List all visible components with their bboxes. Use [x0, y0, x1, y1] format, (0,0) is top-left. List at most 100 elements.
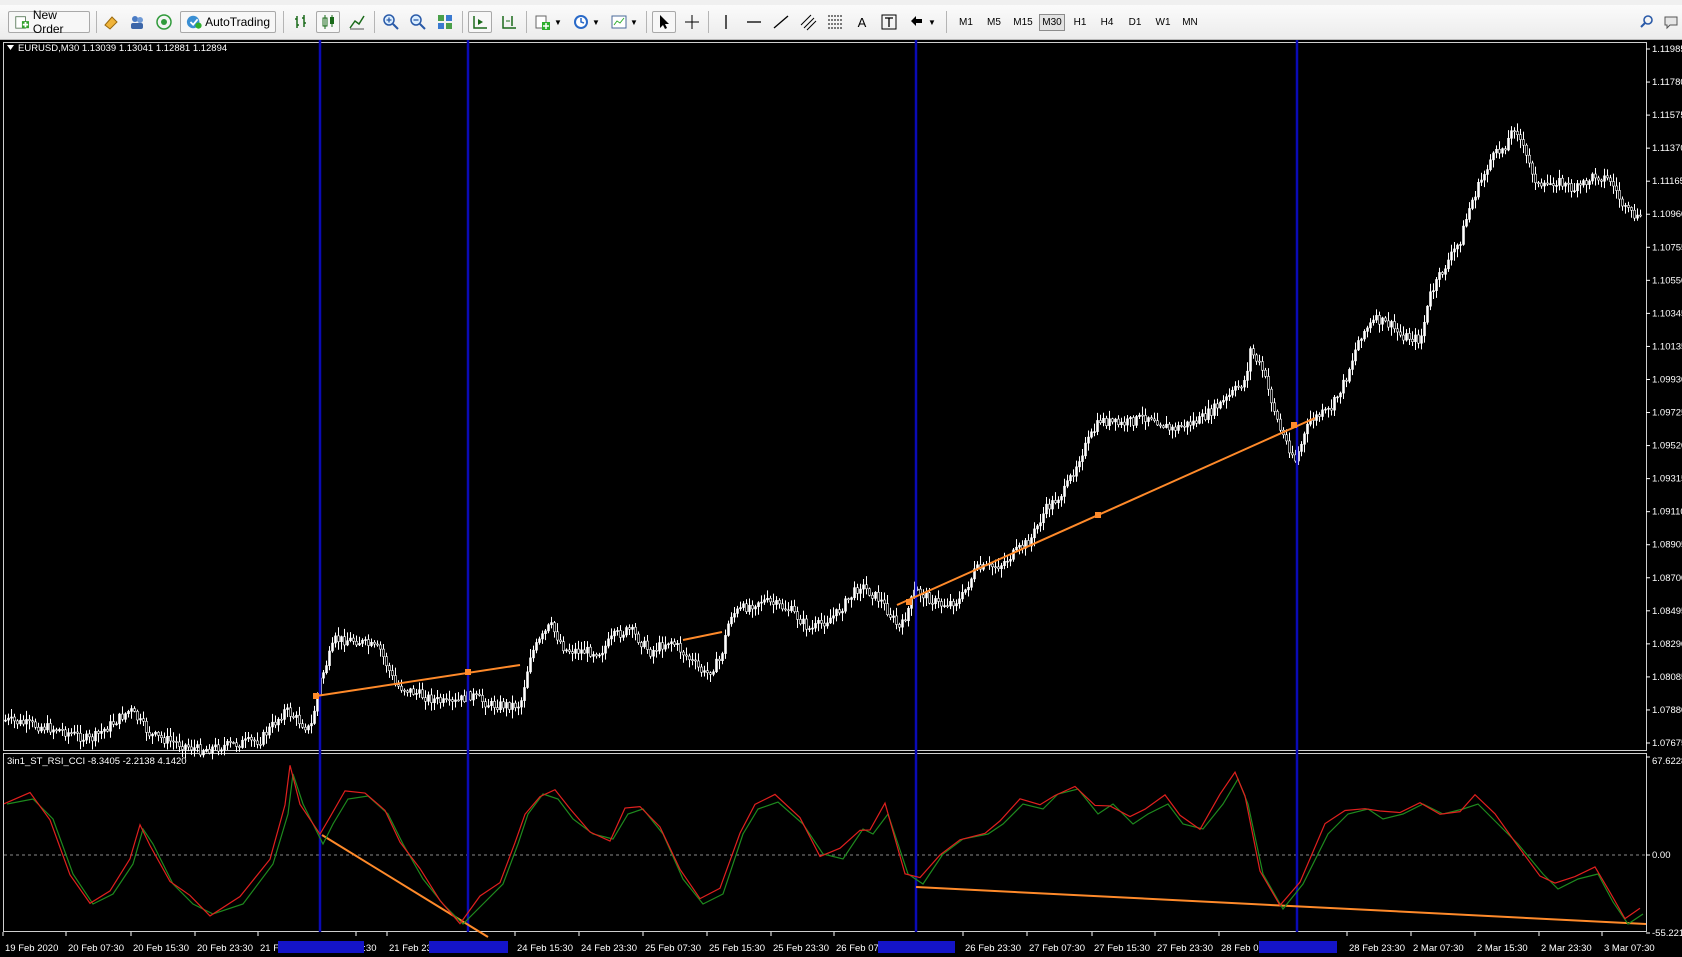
candle-body: [727, 623, 730, 636]
candle-body: [520, 700, 523, 708]
timeframe-m1-button[interactable]: M1: [953, 14, 979, 31]
chat-icon: [1664, 16, 1678, 30]
candle-body: [226, 741, 229, 746]
template-icon: [611, 15, 627, 29]
candle-body: [244, 738, 247, 741]
candle-body: [376, 643, 379, 646]
candle-body: [730, 616, 733, 625]
candle-body: [322, 672, 325, 679]
vertical-line-button[interactable]: [715, 11, 737, 33]
fibonacci-button[interactable]: [824, 11, 846, 33]
autotrading-button[interactable]: AutoTrading: [180, 11, 276, 33]
candle-body: [697, 660, 700, 668]
chart-menu-triangle-icon[interactable]: [7, 45, 14, 50]
candle-body: [352, 637, 355, 642]
candle-body: [4, 719, 7, 722]
candle-body: [220, 749, 223, 752]
candle-body: [856, 587, 859, 594]
auto-scroll-button[interactable]: [468, 11, 492, 33]
candle-body: [865, 584, 868, 590]
candle-body: [346, 640, 349, 646]
candle-body: [1204, 413, 1207, 420]
candle-body: [343, 636, 346, 646]
chart-shift-button[interactable]: [498, 11, 520, 33]
candle-body: [1486, 169, 1489, 175]
text-label-icon: [881, 14, 897, 30]
indicators-button[interactable]: ▼: [532, 11, 564, 33]
main-chart-header: EURUSD,M30 1.13039 1.13041 1.12881 1.128…: [18, 43, 227, 54]
candle-body: [1510, 130, 1513, 139]
horizontal-line-button[interactable]: [743, 11, 765, 33]
new-order-button[interactable]: New Order: [8, 8, 90, 36]
price-label: 1.11165: [1652, 176, 1682, 187]
trendline-button[interactable]: [770, 11, 792, 33]
arrows-button[interactable]: ▼: [905, 11, 939, 33]
candle-body: [1564, 182, 1567, 187]
bar-chart-button[interactable]: [290, 11, 312, 33]
candlestick-chart-button[interactable]: [316, 11, 340, 33]
candle-body: [1066, 480, 1069, 487]
timeframe-h4-button[interactable]: H4: [1094, 14, 1120, 31]
templates-button[interactable]: ▼: [608, 11, 640, 33]
search-button[interactable]: [1636, 11, 1658, 33]
candle-body: [688, 655, 691, 660]
timeframe-m30-button[interactable]: M30: [1039, 14, 1065, 31]
chart-window[interactable]: EURUSD,M30 1.13039 1.13041 1.12881 1.128…: [0, 40, 1682, 957]
zoom-out-button[interactable]: [407, 11, 429, 33]
periods-button[interactable]: ▼: [570, 11, 602, 33]
cursor-button[interactable]: [652, 11, 676, 33]
timeframe-h1-button[interactable]: H1: [1067, 14, 1093, 31]
price-label: 1.09315: [1652, 474, 1682, 485]
timeframe-mn-button[interactable]: MN: [1177, 14, 1203, 31]
candle-body: [223, 744, 226, 751]
candle-body: [1615, 185, 1618, 191]
price-label: 1.10960: [1652, 209, 1682, 220]
candle-body: [793, 605, 796, 612]
candle-body: [1369, 322, 1372, 329]
candle-body: [556, 631, 559, 641]
candle-body: [379, 644, 382, 650]
candle-body: [922, 594, 925, 599]
chart-canvas[interactable]: EURUSD,M30 1.13039 1.13041 1.12881 1.128…: [0, 40, 1682, 957]
text-label-button[interactable]: [878, 11, 900, 33]
candle-body: [631, 626, 634, 630]
chat-button[interactable]: [1660, 11, 1682, 33]
text-button[interactable]: A: [851, 11, 873, 33]
candle-body: [1261, 361, 1264, 371]
candle-body: [1048, 503, 1051, 510]
candle-body: [250, 736, 253, 741]
timeframe-w1-button[interactable]: W1: [1150, 14, 1176, 31]
channel-icon: [800, 14, 817, 31]
tile-windows-button[interactable]: [434, 11, 456, 33]
candle-body: [1528, 154, 1531, 164]
line-chart-button[interactable]: [346, 11, 368, 33]
equidistant-channel-button[interactable]: [797, 11, 819, 33]
candle-body: [154, 732, 157, 735]
new-order-label: New Order: [32, 8, 64, 36]
candle-body: [859, 588, 862, 594]
print-button[interactable]: [126, 11, 148, 33]
signals-button[interactable]: [153, 11, 175, 33]
candle-body: [427, 694, 430, 702]
history-center-button[interactable]: [100, 11, 122, 33]
time-label: 25 Feb 23:30: [773, 943, 829, 954]
timeframe-m15-button[interactable]: M15: [1010, 14, 1036, 31]
candle-body: [850, 597, 853, 600]
candle-body: [574, 648, 577, 654]
zoom-in-button[interactable]: [380, 11, 402, 33]
candle-body: [337, 635, 340, 643]
price-label: 1.08495: [1652, 606, 1682, 617]
candle-body: [1621, 198, 1624, 207]
candle-body: [1090, 431, 1093, 438]
candle-body: [895, 615, 898, 625]
candle-body: [1069, 475, 1072, 481]
candle-body: [643, 640, 646, 648]
candle-body: [925, 592, 928, 599]
candle-body: [1348, 369, 1351, 382]
crosshair-button[interactable]: [681, 11, 703, 33]
timeframe-m5-button[interactable]: M5: [981, 14, 1007, 31]
candle-body: [868, 588, 871, 596]
vertical-line-icon: [725, 15, 727, 29]
timeframe-d1-button[interactable]: D1: [1122, 14, 1148, 31]
trendline: [321, 834, 489, 938]
